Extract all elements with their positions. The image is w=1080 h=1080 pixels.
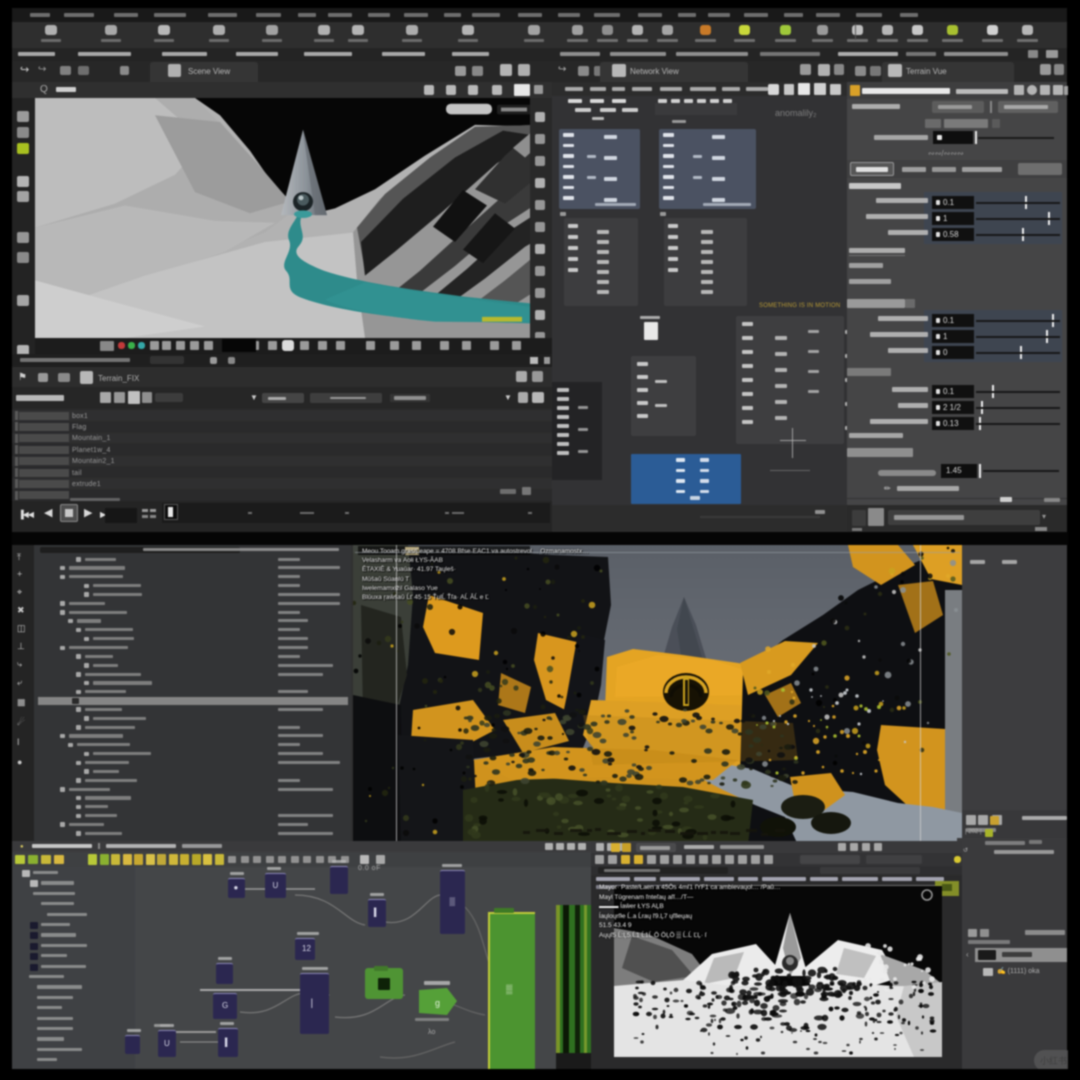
svg-text:g: g [435,998,440,1008]
